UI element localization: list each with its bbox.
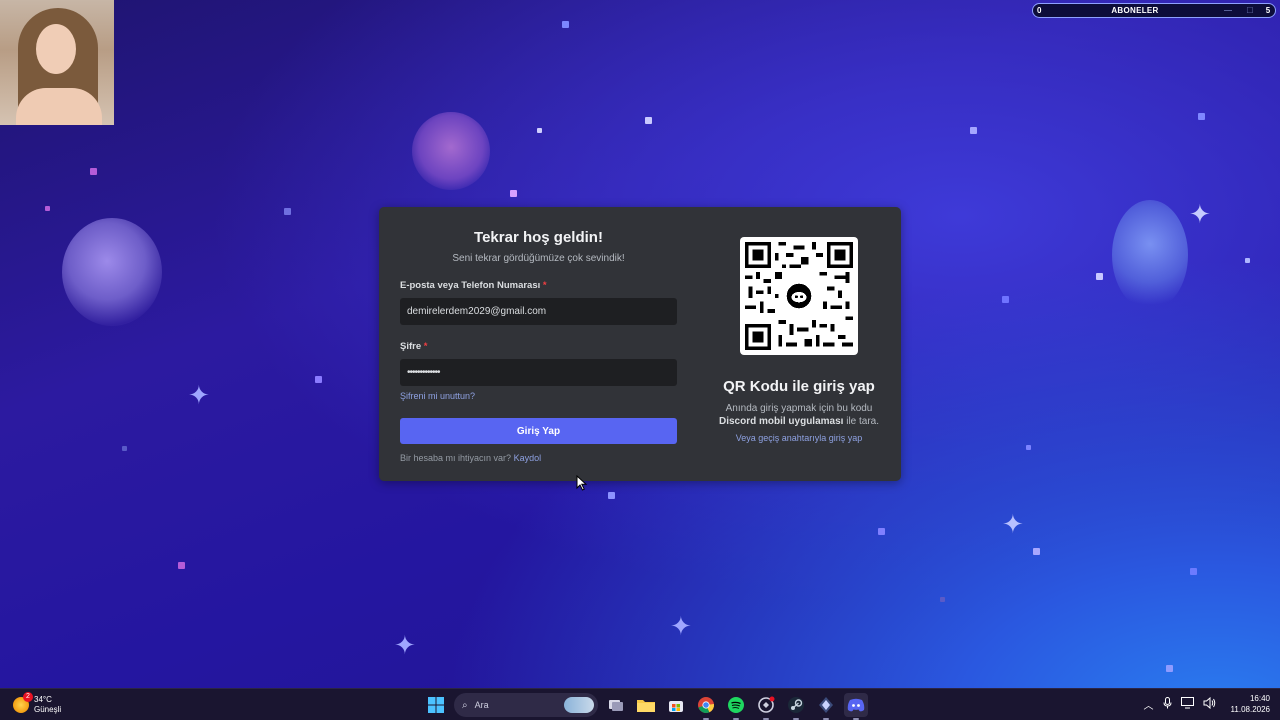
- search-placeholder: Ara: [474, 700, 489, 710]
- qr-description: Anında giriş yapmak için bu kodu Discord…: [718, 403, 880, 427]
- required-mark: *: [423, 341, 428, 352]
- weather-widget[interactable]: 2 34°C Güneşli: [13, 692, 62, 715]
- login-card: Tekrar hoş geldin! Seni tekrar gördüğümü…: [379, 207, 901, 481]
- weather-desc: Güneşli: [34, 705, 62, 714]
- minimize-icon[interactable]: —: [1217, 6, 1239, 15]
- forgot-password-link[interactable]: Şifreni mi unuttun?: [400, 391, 475, 401]
- qr-login-panel: QR Kodu ile giriş yap Anında giriş yapma…: [713, 237, 885, 443]
- windows-start-icon[interactable]: [424, 693, 448, 717]
- spotify-icon[interactable]: [724, 693, 748, 720]
- search-highlight-image: [564, 697, 594, 713]
- register-prompt: Bir hesaba mı ihtiyacın var? Kaydol: [400, 453, 542, 463]
- subscribers-left-count: 0: [1037, 6, 1042, 15]
- subscribers-title: ABONELER: [1111, 6, 1159, 15]
- qr-title: QR Kodu ile giriş yap: [723, 378, 875, 395]
- chevron-up-icon[interactable]: ︿: [1144, 697, 1154, 712]
- weather-temp: 34°C: [34, 695, 52, 704]
- passkey-login-link[interactable]: Veya geçiş anahtarıyla giriş yap: [713, 433, 885, 443]
- sun-icon: 2: [13, 692, 33, 713]
- taskbar: 2 34°C Güneşli ⌕ Ara ︿ 16:40 11.08.2026: [0, 688, 1280, 720]
- password-label: Şifre *: [400, 341, 428, 352]
- search-icon: ⌕: [462, 699, 468, 711]
- password-field[interactable]: •••••••••••••: [400, 359, 677, 386]
- taskbar-pinned-apps: ⌕ Ara: [424, 693, 868, 720]
- mouse-cursor-icon: [576, 475, 588, 491]
- microsoft-store-icon[interactable]: [664, 693, 688, 717]
- steam-tools-icon[interactable]: [814, 693, 838, 720]
- email-field[interactable]: demirelerdem2029@gmail.com: [400, 298, 677, 325]
- clock-time: 16:40: [1249, 694, 1270, 703]
- required-mark: *: [542, 280, 547, 291]
- login-subtitle: Seni tekrar gördüğümüze çok sevindik!: [452, 253, 625, 264]
- background-crystal: [1112, 200, 1188, 310]
- login-form: Tekrar hoş geldin! Seni tekrar gördüğümü…: [400, 228, 677, 463]
- subscribers-widget: 0 ABONELER — ☐ 5: [1032, 3, 1276, 18]
- steam-icon[interactable]: [784, 693, 808, 720]
- system-tray: ︿ 16:40 11.08.2026: [1144, 693, 1270, 715]
- microphone-icon[interactable]: [1163, 696, 1172, 712]
- qr-code: [740, 237, 858, 355]
- notification-badge: 2: [23, 692, 33, 702]
- subscribers-right-count: 5: [1265, 6, 1271, 15]
- login-title: Tekrar hoş geldin!: [474, 229, 603, 246]
- speaker-icon[interactable]: [1203, 696, 1216, 712]
- background-planet: [62, 218, 162, 326]
- chrome-icon[interactable]: [694, 693, 718, 720]
- clock-date: 11.08.2026: [1230, 705, 1270, 714]
- display-icon[interactable]: [1180, 696, 1194, 712]
- taskbar-search-box[interactable]: ⌕ Ara: [454, 693, 598, 717]
- file-explorer-icon[interactable]: [634, 693, 658, 717]
- cheat-engine-icon[interactable]: [754, 693, 778, 720]
- email-label: E-posta veya Telefon Numarası *: [400, 280, 547, 291]
- discord-mobile-app-text: Discord mobil uygulaması: [718, 416, 844, 427]
- register-link[interactable]: Kaydol: [514, 453, 542, 463]
- task-view-icon[interactable]: [604, 693, 628, 717]
- login-button[interactable]: Giriş Yap: [400, 418, 677, 444]
- background-potion: [412, 112, 490, 190]
- discord-icon[interactable]: [844, 693, 868, 720]
- webcam-overlay: [0, 0, 114, 125]
- maximize-icon[interactable]: ☐: [1239, 6, 1261, 15]
- taskbar-clock[interactable]: 16:40 11.08.2026: [1231, 693, 1270, 715]
